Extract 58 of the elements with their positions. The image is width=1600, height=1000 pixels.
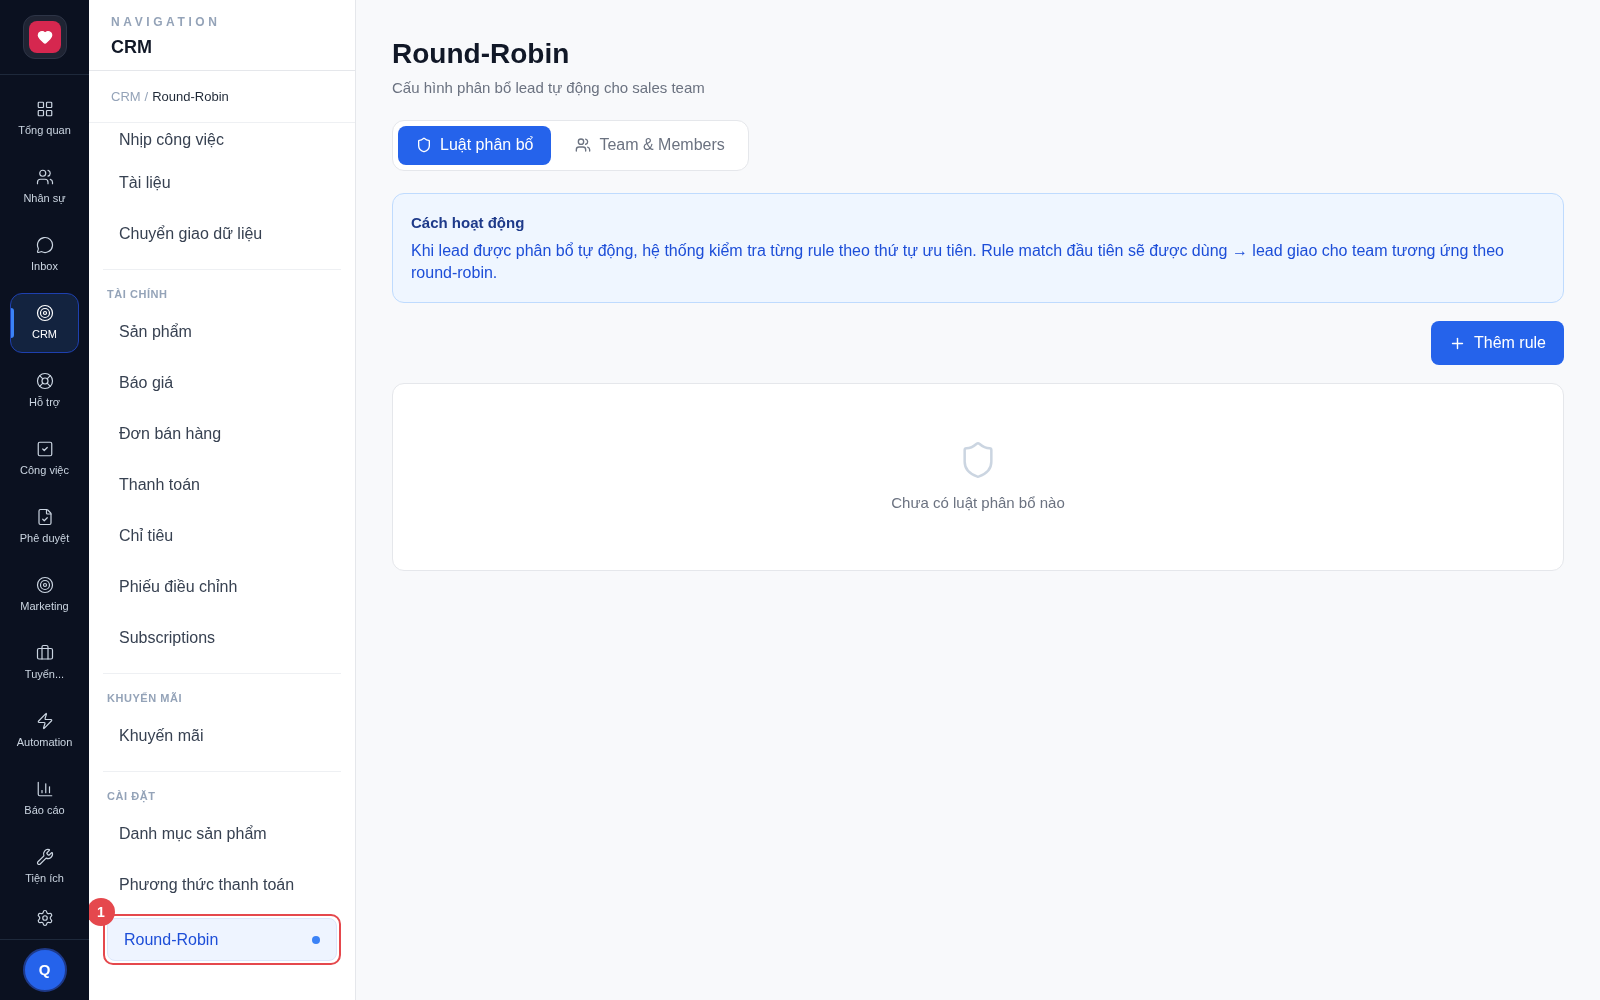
breadcrumb-current: Round-Robin bbox=[152, 87, 229, 106]
rail-nav-item[interactable]: Tiện ích bbox=[10, 837, 79, 897]
nav-eyebrow: NAVIGATION bbox=[111, 14, 222, 31]
sidebar-item[interactable]: Chuyển giao dữ liệu bbox=[103, 208, 341, 259]
sidebar-item[interactable]: Thanh toán bbox=[103, 459, 341, 510]
target-icon bbox=[35, 303, 54, 322]
nav-title: CRM bbox=[111, 36, 153, 59]
empty-message: Chưa có luật phân bổ nào bbox=[891, 492, 1065, 513]
rail-nav-item[interactable]: Inbox bbox=[10, 225, 79, 285]
sidebar-item[interactable]: Tài liệu bbox=[103, 157, 341, 208]
chat-bubble-icon bbox=[35, 235, 54, 254]
file-check-icon bbox=[35, 507, 54, 526]
sidebar-item[interactable]: Danh mục sản phẩm bbox=[103, 808, 341, 859]
app-logo[interactable] bbox=[22, 15, 67, 59]
target-icon bbox=[35, 575, 54, 594]
lifebuoy-icon bbox=[35, 371, 54, 390]
rail-nav-item[interactable]: Phê duyệt bbox=[10, 497, 79, 557]
shield-icon bbox=[416, 137, 432, 153]
rail-nav-item[interactable]: Tuyển... bbox=[10, 633, 79, 693]
section-heading: TÀI CHÍNH bbox=[106, 287, 169, 302]
info-text: Khi lead được phân bổ tự động, hệ thống kiểm tra từng rule theo thứ tự ưu tiên. Rule match đầu tiên sẽ được dùng → lead giao cho team tương ứng theo round-robin. bbox=[411, 241, 1505, 283]
briefcase-icon bbox=[35, 643, 54, 662]
lightning-icon bbox=[35, 711, 54, 730]
rail-nav-item[interactable]: Nhân sự bbox=[10, 157, 79, 217]
users-icon bbox=[575, 137, 592, 153]
tab[interactable]: Luật phân bổ bbox=[398, 125, 552, 165]
user-avatar[interactable]: Q bbox=[22, 948, 67, 992]
info-title: Cách hoạt động bbox=[411, 212, 526, 233]
rail-nav-item[interactable]: CRM bbox=[10, 293, 79, 353]
bar-chart-icon bbox=[35, 779, 54, 798]
section-heading: KHUYẾN MÃI bbox=[106, 691, 184, 706]
annotation-badge: 1 bbox=[89, 898, 115, 926]
page-subtitle: Cấu hình phân bổ lead tự động cho sales team bbox=[392, 78, 706, 98]
sidebar-item[interactable]: Sản phẩm bbox=[103, 306, 341, 357]
rail-nav-item[interactable]: Tổng quan bbox=[10, 89, 79, 149]
grid-icon bbox=[35, 99, 54, 118]
sidebar-item[interactable]: Phiếu điều chỉnh bbox=[103, 561, 341, 612]
users-icon bbox=[35, 167, 54, 186]
tab[interactable]: Team & Members bbox=[557, 125, 743, 165]
rail-nav-item[interactable]: Automation bbox=[10, 701, 79, 761]
settings-icon[interactable] bbox=[35, 909, 54, 927]
sidebar-item[interactable]: Nhịp công việc bbox=[103, 123, 341, 157]
rail-nav-item[interactable]: Công việc bbox=[10, 429, 79, 489]
sidebar-item[interactable]: Báo giá bbox=[103, 357, 341, 408]
page-title: Round-Robin bbox=[392, 37, 571, 71]
breadcrumb-separator: / bbox=[144, 87, 149, 106]
section-heading: CÀI ĐẶT bbox=[106, 789, 157, 805]
sidebar-item[interactable]: Subscriptions bbox=[103, 612, 341, 663]
rail-nav-item[interactable]: Marketing bbox=[10, 565, 79, 625]
wrench-icon bbox=[35, 847, 54, 866]
sidebar-item[interactable]: Chỉ tiêu bbox=[103, 510, 341, 561]
rail-nav-item[interactable]: Hỗ trợ bbox=[10, 361, 79, 421]
sidebar-item[interactable]: Đơn bán hàng bbox=[103, 408, 341, 459]
rail-nav-item[interactable]: Báo cáo bbox=[10, 769, 79, 829]
sidebar-item[interactable]: Khuyến mãi bbox=[103, 710, 341, 761]
sidebar-item[interactable]: Round-Robin bbox=[107, 918, 337, 961]
checkbox-icon bbox=[35, 439, 54, 458]
add-rule-button[interactable]: Thêm rule bbox=[1430, 321, 1564, 365]
